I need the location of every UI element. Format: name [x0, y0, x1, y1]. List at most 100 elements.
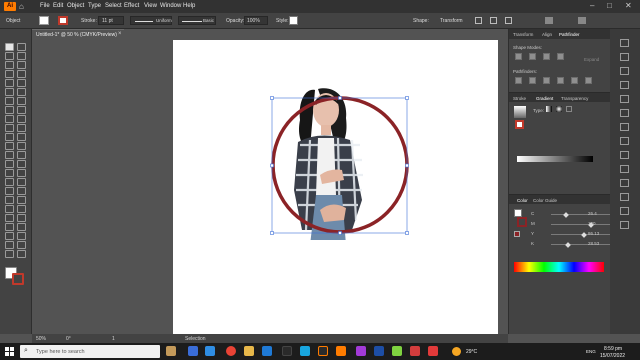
clock-date[interactable]: 15/07/2022 — [600, 353, 625, 359]
task-view-icon[interactable] — [188, 346, 198, 356]
tab-gradient[interactable]: Gradient — [536, 96, 553, 101]
panel-icon[interactable] — [620, 137, 629, 145]
radial-gradient-button[interactable] — [556, 106, 562, 112]
photoshop-icon[interactable] — [300, 346, 310, 356]
search-stock-icon[interactable] — [578, 17, 586, 24]
menu-select[interactable]: Select — [105, 3, 122, 9]
media-player-icon[interactable] — [392, 346, 402, 356]
menu-type[interactable]: Type — [88, 3, 101, 9]
tool-icon[interactable] — [5, 160, 14, 168]
tool-icon[interactable] — [5, 88, 14, 96]
camera-icon[interactable] — [410, 346, 420, 356]
store-icon[interactable] — [262, 346, 272, 356]
tab-align[interactable]: Align — [542, 32, 552, 37]
tool-icon[interactable] — [5, 43, 14, 51]
tool-icon[interactable] — [5, 241, 14, 249]
panel-icon[interactable] — [620, 193, 629, 201]
app-icon[interactable] — [282, 346, 292, 356]
document-tab[interactable]: Untitled-1* @ 50 % (CMYK/Preview) — [32, 29, 124, 39]
rotation-value[interactable]: 0° — [66, 336, 71, 342]
workspace-icon[interactable] — [545, 17, 553, 24]
graphic-style-swatch[interactable] — [289, 16, 298, 25]
maximize-icon[interactable]: □ — [607, 1, 612, 10]
gradient-preview[interactable] — [514, 106, 526, 118]
tool-icon[interactable] — [17, 142, 26, 150]
illustrator-active-icon[interactable] — [336, 346, 346, 356]
pathfinder-button[interactable] — [557, 53, 564, 60]
pathfinder-button[interactable] — [585, 77, 592, 84]
panel-icon[interactable] — [620, 95, 629, 103]
tool-icon[interactable] — [17, 196, 26, 204]
tab-pathfinder[interactable]: Pathfinder — [559, 32, 580, 37]
tool-icon[interactable] — [17, 124, 26, 132]
tool-icon[interactable] — [17, 79, 26, 87]
tool-icon[interactable] — [17, 178, 26, 186]
tool-icon[interactable] — [17, 88, 26, 96]
transform-label[interactable]: Transform — [440, 18, 463, 24]
artwork[interactable] — [260, 80, 420, 250]
stroke-weight-field[interactable]: 11 pt — [98, 16, 124, 25]
windows-start-icon[interactable] — [5, 347, 14, 356]
opacity-field[interactable]: 100% — [244, 16, 268, 25]
clock-time[interactable]: 8:59 pm — [604, 346, 622, 352]
color-stroke-swatch[interactable] — [517, 217, 527, 227]
tool-icon[interactable] — [5, 70, 14, 78]
shape-label[interactable]: Shape: — [413, 18, 429, 24]
pathfinder-button[interactable] — [543, 77, 550, 84]
slider-c-value[interactable]: 26.4 — [588, 211, 597, 216]
tool-icon[interactable] — [5, 151, 14, 159]
color-spectrum[interactable] — [514, 262, 604, 272]
news-widget-icon[interactable] — [166, 346, 176, 356]
tool-icon[interactable] — [5, 178, 14, 186]
gradient-slider[interactable] — [517, 156, 593, 162]
panel-icon[interactable] — [620, 123, 629, 131]
close-icon[interactable]: ✕ — [625, 1, 632, 10]
edge-icon[interactable] — [205, 346, 215, 356]
pathfinder-button[interactable] — [529, 77, 536, 84]
tool-icon[interactable] — [5, 142, 14, 150]
tab-stroke[interactable]: Stroke — [513, 96, 526, 101]
menu-edit[interactable]: Edit — [53, 3, 63, 9]
panel-icon[interactable] — [620, 67, 629, 75]
menu-object[interactable]: Object — [67, 3, 84, 9]
weather-icon[interactable] — [452, 347, 461, 356]
panel-icon[interactable] — [620, 165, 629, 173]
handle-bottom-left[interactable] — [270, 231, 274, 235]
panel-icon[interactable] — [620, 221, 629, 229]
panel-icon[interactable] — [620, 53, 629, 61]
tool-icon[interactable] — [5, 232, 14, 240]
weather-temp[interactable]: 29°C — [466, 349, 477, 355]
menu-window[interactable]: Window — [160, 3, 181, 9]
minimize-icon[interactable]: – — [590, 1, 594, 10]
taskbar-search[interactable]: ⌕ Type here to search — [20, 345, 160, 358]
tool-icon[interactable] — [5, 187, 14, 195]
tool-icon[interactable] — [17, 97, 26, 105]
color-fill-swatch[interactable] — [514, 209, 522, 217]
tool-icon[interactable] — [17, 169, 26, 177]
close-document-icon[interactable]: × — [118, 31, 122, 37]
premiere-icon[interactable] — [356, 346, 366, 356]
menu-view[interactable]: View — [144, 3, 157, 9]
stroke-color-swatch[interactable] — [12, 273, 24, 285]
tool-icon[interactable] — [17, 223, 26, 231]
expand-button[interactable]: Expand — [584, 57, 599, 62]
handle-top-left[interactable] — [270, 96, 274, 100]
illustrator-taskbar-icon[interactable] — [318, 346, 328, 356]
tool-icon[interactable] — [5, 223, 14, 231]
handle-middle-right[interactable] — [405, 163, 409, 168]
tool-icon[interactable] — [5, 79, 14, 87]
tool-icon[interactable] — [17, 61, 26, 69]
tool-icon[interactable] — [17, 250, 26, 258]
language-indicator[interactable]: ENG — [586, 349, 596, 354]
tool-icon[interactable] — [17, 70, 26, 78]
slider-m-track[interactable] — [551, 224, 611, 225]
handle-middle-left[interactable] — [270, 163, 274, 168]
tab-transparency[interactable]: Transparency — [561, 96, 588, 101]
handle-top-middle[interactable] — [338, 96, 342, 100]
tool-icon[interactable] — [5, 250, 14, 258]
tab-color-guide[interactable]: Color Guide — [533, 198, 557, 203]
freeform-gradient-button[interactable] — [566, 106, 572, 112]
pathfinder-button[interactable] — [529, 53, 536, 60]
panel-icon[interactable] — [620, 81, 629, 89]
menu-help[interactable]: Help — [183, 3, 195, 9]
